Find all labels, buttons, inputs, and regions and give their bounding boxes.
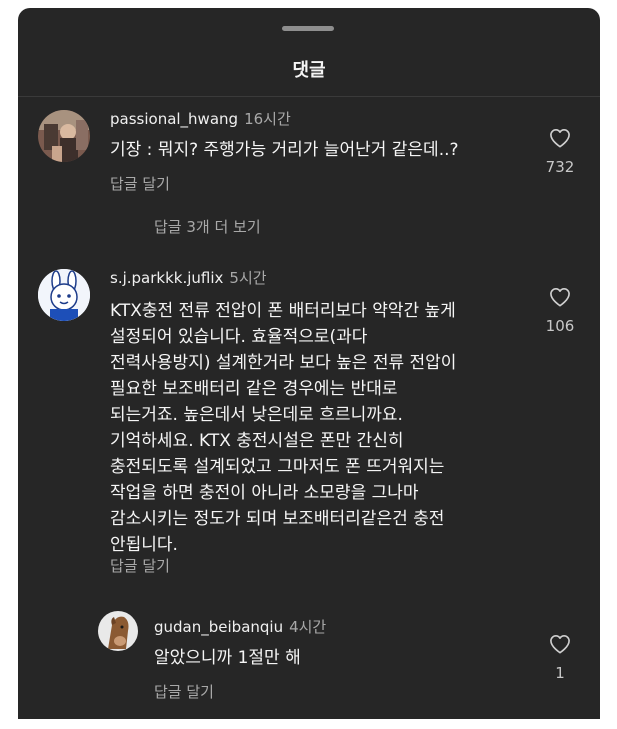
heart-outline-icon (550, 635, 570, 654)
username[interactable]: gudan_beibanqiu (154, 618, 283, 636)
reply-button[interactable]: 답글 달기 (154, 681, 214, 702)
like-count: 1 (555, 664, 565, 682)
username[interactable]: passional_hwang (110, 110, 238, 128)
comment-text: 기장 : 뭐지? 주행가능 거리가 늘어난거 같은데..? (110, 140, 459, 160)
timestamp: 4시간 (289, 618, 327, 636)
like-count: 732 (545, 158, 575, 176)
avatar[interactable] (98, 611, 138, 651)
reply-button[interactable]: 답글 달기 (110, 555, 170, 576)
heart-outline-icon (550, 288, 570, 307)
sheet-title: 댓글 (292, 60, 326, 81)
comment-header: gudan_beibanqiu 4시간 (154, 616, 326, 637)
comment-text: 알았으니까 1절만 해 (154, 648, 301, 668)
comments-sheet: 댓글 passional_hwang 16시간 기장 : 뭐지? 주행가능 거리가… (18, 8, 600, 719)
timestamp: 16시간 (244, 110, 291, 128)
view-more-replies-button[interactable]: 답글 3개 더 보기 (154, 216, 261, 237)
comment-text: KTX충전 전류 전압이 폰 배터리보다 약악간 높게 설정되어 있습니다. 효… (110, 301, 457, 555)
comment-header: passional_hwang 16시간 (110, 108, 291, 129)
comment-header: s.j.parkkk.juflix 5시간 (110, 267, 267, 288)
reply-button[interactable]: 답글 달기 (110, 173, 170, 194)
username[interactable]: s.j.parkkk.juflix (110, 269, 223, 287)
like-button[interactable]: 106 (540, 287, 580, 335)
avatar[interactable] (38, 110, 90, 162)
heart-outline-icon (550, 129, 570, 148)
like-button[interactable]: 1 (540, 634, 580, 682)
like-count: 106 (545, 317, 575, 335)
like-button[interactable]: 732 (540, 128, 580, 176)
timestamp: 5시간 (229, 269, 267, 287)
avatar[interactable] (38, 269, 90, 321)
drag-handle[interactable] (282, 26, 334, 31)
header-divider (18, 96, 600, 97)
